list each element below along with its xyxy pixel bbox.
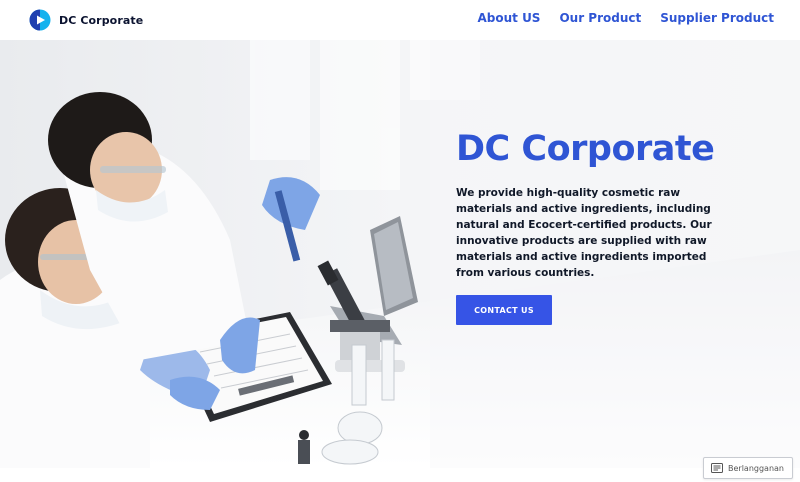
nav-our-product[interactable]: Our Product bbox=[559, 11, 641, 25]
subscribe-button[interactable]: Berlangganan bbox=[703, 457, 793, 479]
hero-section: DC Corporate We provide high-quality cos… bbox=[0, 40, 800, 468]
nav-about-us[interactable]: About US bbox=[477, 11, 540, 25]
site-logo[interactable]: DC Corporate bbox=[29, 9, 143, 31]
reader-icon bbox=[711, 463, 723, 473]
contact-us-button[interactable]: CONTACT US bbox=[456, 295, 552, 325]
nav-supplier-product[interactable]: Supplier Product bbox=[660, 11, 774, 25]
page-bottom-strip bbox=[0, 468, 800, 482]
main-nav: About US Our Product Supplier Product bbox=[477, 11, 774, 25]
subscribe-label: Berlangganan bbox=[728, 463, 784, 473]
brand-name: DC Corporate bbox=[59, 13, 144, 27]
hero-description: We provide high-quality cosmetic raw mat… bbox=[456, 187, 712, 279]
hero-title: DC Corporate bbox=[456, 129, 715, 169]
site-header: DC Corporate About US Our Product Suppli… bbox=[0, 0, 800, 40]
logo-icon bbox=[29, 9, 51, 31]
